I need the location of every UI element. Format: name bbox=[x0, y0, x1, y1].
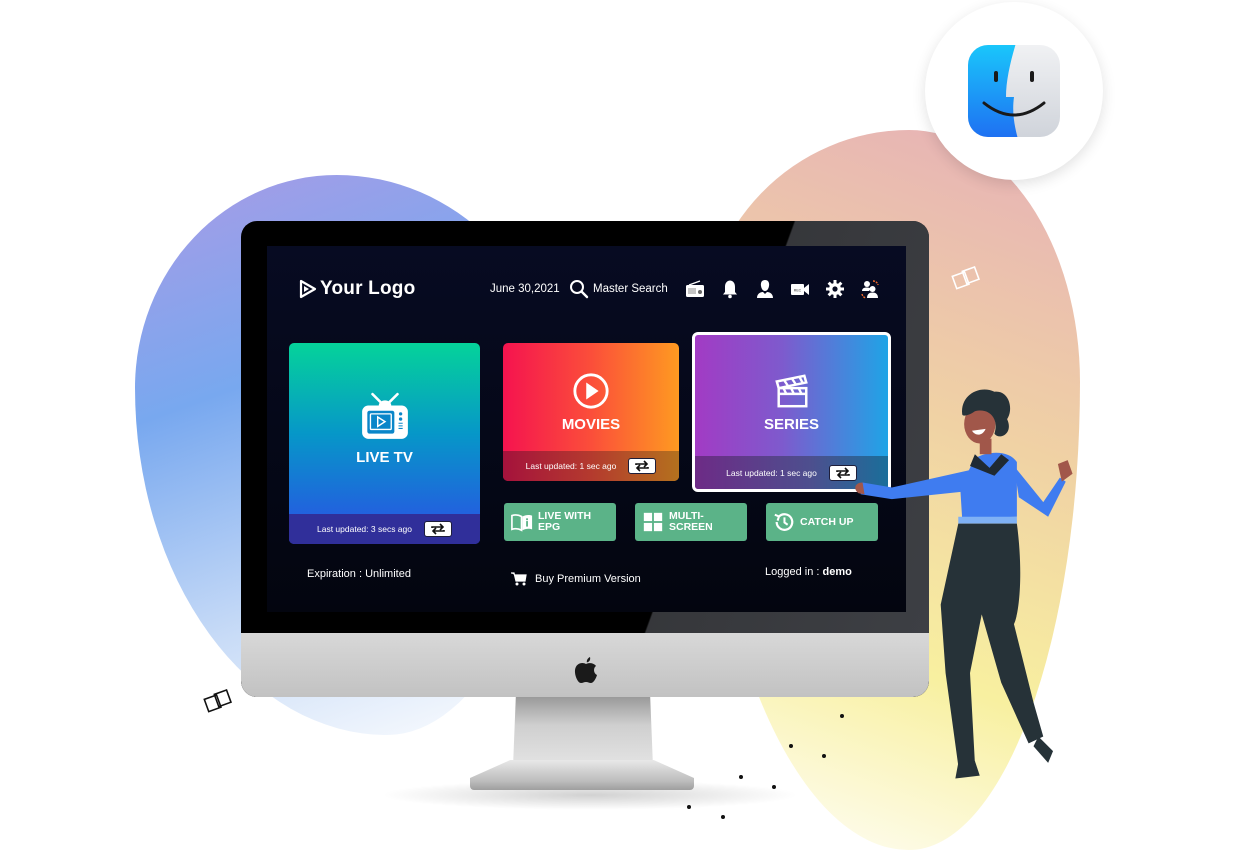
multi-screen-button[interactable]: MULTI-SCREEN bbox=[635, 503, 747, 541]
catch-up-label: CATCH UP bbox=[800, 515, 854, 528]
overlapping-squares-icon bbox=[950, 265, 984, 293]
movies-title: MOVIES bbox=[561, 415, 621, 433]
logo-text: Your Logo bbox=[320, 278, 416, 299]
refresh-icon bbox=[431, 523, 445, 535]
refresh-icon bbox=[635, 460, 650, 472]
top-bar: Your Logo June 30,2021 Master Search REC bbox=[267, 276, 906, 304]
movies-footer: Last updated: 1 sec ago bbox=[503, 451, 679, 481]
current-date: June 30,2021 bbox=[490, 283, 560, 295]
movies-refresh-button[interactable] bbox=[628, 458, 657, 474]
decor-dot bbox=[721, 815, 725, 819]
bell-icon[interactable] bbox=[720, 279, 740, 299]
user-icon[interactable] bbox=[755, 279, 775, 299]
record-camera-icon[interactable]: REC bbox=[790, 279, 810, 299]
decor-dot bbox=[822, 754, 826, 758]
app-logo: Your Logo bbox=[299, 278, 415, 300]
svg-text:REC: REC bbox=[794, 289, 802, 293]
monitor-stand bbox=[513, 697, 653, 767]
live-tv-footer: Last updated: 3 secs ago bbox=[289, 514, 480, 544]
decor-dot bbox=[687, 805, 691, 809]
live-tv-refresh-button[interactable] bbox=[424, 521, 452, 537]
history-clock-icon bbox=[774, 513, 794, 531]
switch-user-icon[interactable] bbox=[860, 279, 880, 299]
radio-icon[interactable] bbox=[685, 279, 705, 299]
movies-card[interactable]: MOVIES Last updated: 1 sec ago bbox=[503, 343, 679, 481]
decor-dot bbox=[772, 785, 776, 789]
epg-label-line2: EPG bbox=[538, 521, 561, 533]
tv-icon bbox=[361, 392, 408, 439]
finder-app-badge bbox=[925, 2, 1103, 180]
movies-last-updated: Last updated: 1 sec ago bbox=[525, 461, 617, 471]
multi-screen-label: MULTI-SCREEN bbox=[669, 510, 713, 533]
series-last-updated: Last updated: 1 sec ago bbox=[726, 467, 817, 478]
decor-dot bbox=[739, 775, 743, 779]
apple-logo-icon bbox=[574, 657, 597, 683]
buy-premium-button[interactable]: Buy Premium Version bbox=[511, 572, 641, 586]
live-tv-card[interactable]: LIVE TV Last updated: 3 secs ago bbox=[289, 343, 480, 544]
finder-icon bbox=[968, 45, 1060, 137]
cart-icon bbox=[511, 572, 527, 586]
live-tv-last-updated: Last updated: 3 secs ago bbox=[317, 524, 412, 534]
buy-premium-label: Buy Premium Version bbox=[535, 573, 641, 585]
gear-icon[interactable] bbox=[825, 279, 845, 299]
search-label: Master Search bbox=[593, 283, 668, 295]
presenter-illustration bbox=[855, 389, 1073, 779]
decor-dot bbox=[789, 744, 793, 748]
live-tv-title: LIVE TV bbox=[356, 449, 413, 466]
logged-in-status: Logged in : demo bbox=[765, 566, 852, 578]
book-info-icon bbox=[511, 514, 533, 532]
clapperboard-icon bbox=[774, 373, 808, 407]
monitor-chin bbox=[241, 633, 929, 697]
search-icon bbox=[570, 280, 589, 299]
play-circle-icon bbox=[573, 372, 609, 409]
expiration-text: Expiration : Unlimited bbox=[307, 568, 411, 580]
live-with-epg-button[interactable]: LIVE WITH EPG bbox=[504, 503, 616, 541]
decor-dot bbox=[840, 714, 844, 718]
logo-play-icon bbox=[299, 279, 317, 299]
monitor-stand-base bbox=[470, 760, 694, 790]
header-icons: REC bbox=[685, 279, 880, 299]
overlapping-squares-icon bbox=[202, 688, 236, 716]
series-title: SERIES bbox=[763, 415, 820, 433]
master-search-button[interactable]: Master Search bbox=[569, 279, 668, 299]
app-screen: Your Logo June 30,2021 Master Search REC bbox=[267, 246, 906, 612]
logged-in-username: demo bbox=[822, 566, 852, 578]
grid-icon bbox=[643, 512, 663, 532]
